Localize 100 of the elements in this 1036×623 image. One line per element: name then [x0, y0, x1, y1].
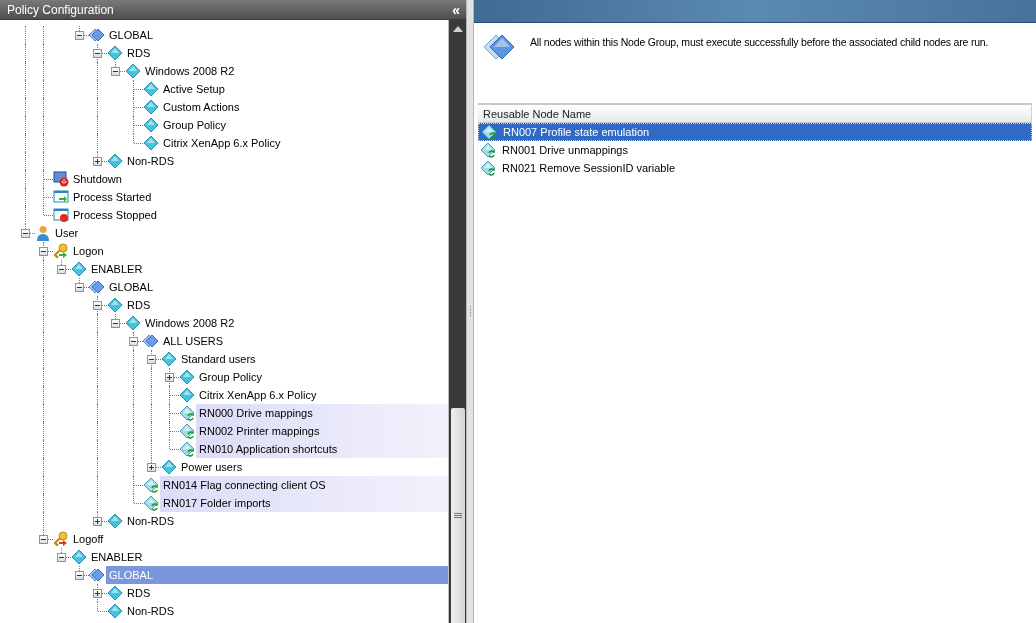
scrollbar[interactable]	[449, 20, 466, 623]
tree-item[interactable]: Group Policy	[160, 116, 448, 134]
tree-item[interactable]: GLOBAL	[106, 26, 448, 44]
collapse-toggle[interactable]	[39, 247, 48, 256]
tree-item[interactable]: Citrix XenApp 6.x Policy	[160, 134, 448, 152]
layered-diamond-icon	[89, 567, 105, 583]
tree-item[interactable]: RN000 Drive mappings	[196, 404, 448, 422]
tree-item[interactable]: Power users	[178, 458, 448, 476]
diamond-arrows-icon	[480, 142, 496, 158]
scroll-thumb[interactable]	[450, 408, 465, 623]
tree-item[interactable]: User	[52, 224, 448, 242]
tree-item[interactable]: RN010 Application shortcuts	[196, 440, 448, 458]
diamond-icon	[179, 387, 195, 403]
collapse-toggle[interactable]	[75, 283, 84, 292]
tree-item[interactable]: Windows 2008 R2	[142, 314, 448, 332]
diamond-icon	[107, 585, 123, 601]
diamond-icon	[107, 513, 123, 529]
diamond-icon	[125, 63, 141, 79]
table-row[interactable]: RN007 Profile state emulation	[478, 123, 1032, 141]
tree-item[interactable]: Non-RDS	[124, 602, 448, 620]
diamond-arrows-icon	[143, 477, 159, 493]
tree-item[interactable]: Non-RDS	[124, 512, 448, 530]
diamond-arrows-icon	[480, 160, 496, 176]
collapse-toggle[interactable]	[75, 571, 84, 580]
collapse-toggle[interactable]	[57, 553, 66, 562]
diamond-arrows-icon	[179, 441, 195, 457]
diamond-icon	[125, 315, 141, 331]
tree-item[interactable]: Custom Actions	[160, 98, 448, 116]
expand-toggle[interactable]	[93, 157, 102, 166]
tree-item[interactable]: RN014 Flag connecting client OS	[160, 476, 448, 494]
tree-item[interactable]: RN017 Folder imports	[160, 494, 448, 512]
layered-diamond-icon	[89, 27, 105, 43]
row-label: RN001 Drive unmappings	[502, 142, 628, 158]
tree-item[interactable]: Group Policy	[196, 368, 448, 386]
expand-toggle[interactable]	[147, 463, 156, 472]
expand-toggle[interactable]	[93, 589, 102, 598]
tree-item[interactable]: RDS	[124, 296, 448, 314]
diamond-icon	[143, 117, 159, 133]
monitor-power-icon	[53, 171, 69, 187]
diamond-icon	[161, 459, 177, 475]
collapse-toggle[interactable]	[75, 31, 84, 40]
tree-item[interactable]: Process Started	[70, 188, 448, 206]
layered-diamond-icon	[89, 279, 105, 295]
table-row[interactable]: RN001 Drive unmappings	[478, 141, 1032, 159]
grip-icon	[468, 305, 472, 318]
diamond-arrows-icon	[481, 124, 497, 140]
diamond-icon	[107, 153, 123, 169]
collapse-toggle[interactable]	[147, 355, 156, 364]
diamond-icon	[143, 81, 159, 97]
collapse-toggle[interactable]	[129, 337, 138, 346]
user-icon	[35, 225, 51, 241]
collapse-toggle[interactable]	[57, 265, 66, 274]
diamond-arrows-icon	[179, 405, 195, 421]
collapse-toggle[interactable]	[93, 301, 102, 310]
tree-item[interactable]: ENABLER	[88, 548, 448, 566]
diamond-icon	[107, 45, 123, 61]
diamond-icon	[107, 603, 123, 619]
tree-item[interactable]: Standard users	[178, 350, 448, 368]
diamond-arrows-icon	[179, 423, 195, 439]
diamond-icon	[107, 297, 123, 313]
tree-item[interactable]: Process Stopped	[70, 206, 448, 224]
tree-item[interactable]: ALL USERS	[160, 332, 448, 350]
window-stop-icon	[53, 207, 69, 223]
tree-item[interactable]: Active Setup	[160, 80, 448, 98]
collapse-toggle[interactable]	[39, 535, 48, 544]
tree-item[interactable]: RN002 Printer mappings	[196, 422, 448, 440]
row-label: RN007 Profile state emulation	[503, 124, 650, 140]
table-row[interactable]: RN021 Remove SessionID variable	[478, 159, 1032, 177]
expand-toggle[interactable]	[165, 373, 174, 382]
tree-item[interactable]: ENABLER	[88, 260, 448, 278]
collapse-button[interactable]: «	[452, 2, 460, 17]
diamond-icon	[161, 351, 177, 367]
grip-icon	[453, 512, 462, 519]
diamond-icon	[143, 99, 159, 115]
tree-item[interactable]: GLOBAL	[106, 278, 448, 296]
collapse-toggle[interactable]	[93, 49, 102, 58]
tree-item[interactable]: RDS	[124, 44, 448, 62]
diamond-arrows-icon	[143, 495, 159, 511]
diamond-icon	[71, 549, 87, 565]
key-arrow-icon	[53, 531, 69, 547]
scroll-up-icon[interactable]	[452, 26, 463, 32]
tree-item[interactable]: Windows 2008 R2	[142, 62, 448, 80]
tree-item[interactable]: Logon	[70, 242, 448, 260]
tree-item[interactable]: Shutdown	[70, 170, 448, 188]
collapse-toggle[interactable]	[111, 319, 120, 328]
diamond-icon	[179, 369, 195, 385]
key-arrow-icon	[53, 243, 69, 259]
diamond-icon	[143, 135, 159, 151]
tree-item[interactable]: Logoff	[70, 530, 448, 548]
panel-title: Policy Configuration	[7, 1, 114, 19]
tree-item[interactable]: RDS	[124, 584, 448, 602]
collapse-toggle[interactable]	[21, 229, 30, 238]
collapse-toggle[interactable]	[111, 67, 120, 76]
column-header[interactable]: Reusable Node Name	[478, 105, 1032, 122]
tree-item[interactable]: Citrix XenApp 6.x Policy	[196, 386, 448, 404]
row-label: RN021 Remove SessionID variable	[502, 160, 676, 176]
tree-item[interactable]: Non-RDS	[124, 152, 448, 170]
diamond-icon	[71, 261, 87, 277]
expand-toggle[interactable]	[93, 517, 102, 526]
layered-diamond-icon	[143, 333, 159, 349]
